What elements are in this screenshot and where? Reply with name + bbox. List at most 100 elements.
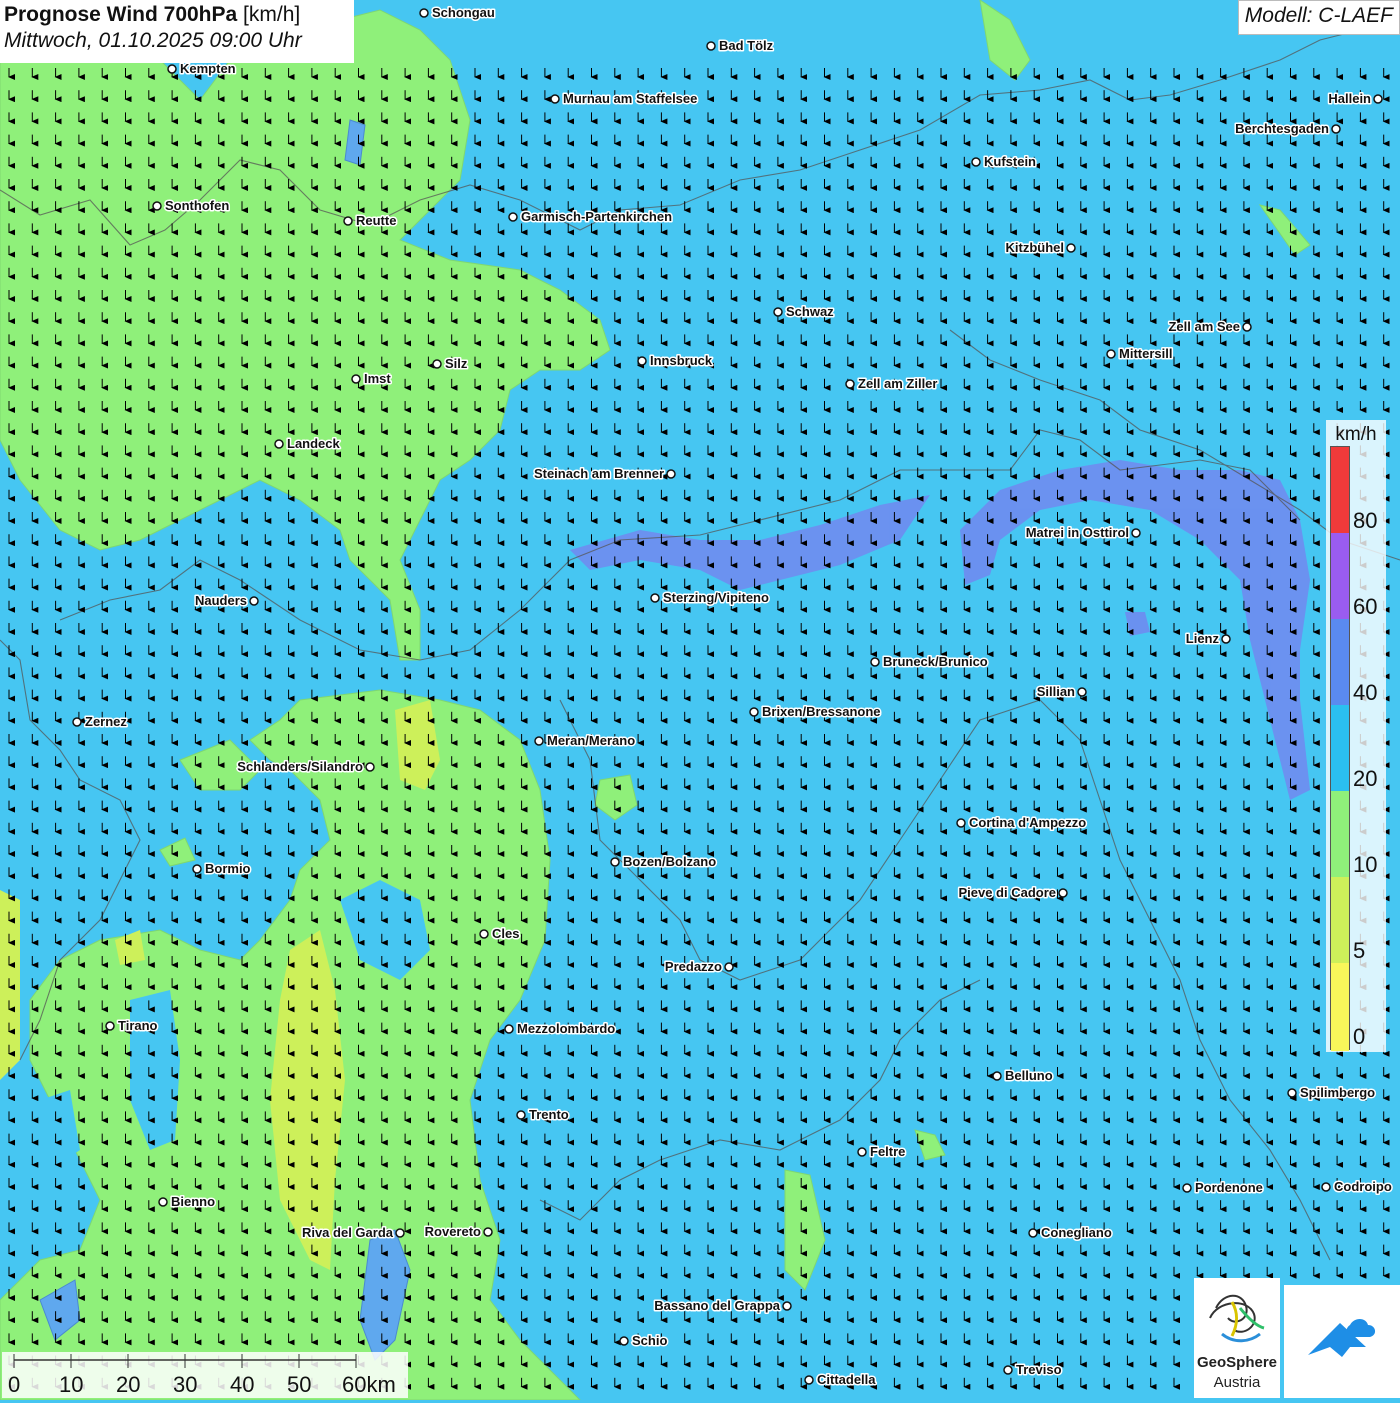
city-marker [650, 593, 660, 603]
map-title: Prognose Wind 700hPa [km/h] [4, 3, 350, 27]
city-marker [992, 1071, 1002, 1081]
city-marker [479, 929, 489, 939]
city-marker [1028, 1228, 1038, 1238]
mountain-cloud-logo-icon [1308, 1319, 1376, 1357]
city-marker [504, 1024, 514, 1034]
city-label: Trento [529, 1107, 569, 1122]
city-marker [343, 216, 353, 226]
city-label: Schwaz [786, 304, 834, 319]
city-label: Pordenone [1195, 1180, 1263, 1195]
legend-tick-5: 5 [1353, 938, 1366, 963]
city-marker [152, 201, 162, 211]
city-label: Bruneck/Brunico [883, 654, 988, 669]
city-marker [550, 94, 560, 104]
map-title-box: Prognose Wind 700hPa [km/h] Mittwoch, 01… [0, 0, 354, 63]
city-label: Steinach am Brenner [534, 466, 664, 481]
city-label: Pieve di Cadore [958, 885, 1056, 900]
city-label: Hallein [1328, 91, 1371, 106]
scale-label-30: 30 [173, 1372, 198, 1397]
city-marker [773, 307, 783, 317]
city-marker [158, 1197, 168, 1207]
city-marker [706, 41, 716, 51]
city-label: Rovereto [425, 1224, 481, 1239]
wind-map: Schongau Bad Tölz Kempten Murnau am Staffel… [0, 0, 1400, 1400]
city-label: Nauders [195, 593, 247, 608]
city-marker [724, 962, 734, 972]
geosphere-logo[interactable]: GeoSphere Austria [1194, 1278, 1280, 1398]
city-marker [666, 469, 676, 479]
legend-tick-80: 80 [1353, 508, 1378, 533]
city-marker [845, 379, 855, 389]
city-label: Schlanders/Silandro [237, 759, 363, 774]
city-label: Bozen/Bolzano [623, 854, 716, 869]
city-label: Spilimbergo [1300, 1085, 1375, 1100]
legend-tick-20: 20 [1353, 766, 1378, 791]
city-label: Berchtesgaden [1235, 121, 1329, 136]
city-label: Riva del Garda [302, 1225, 394, 1240]
city-label: Treviso [1016, 1362, 1062, 1377]
city-marker [782, 1301, 792, 1311]
city-marker [1221, 634, 1231, 644]
city-marker [351, 374, 361, 384]
title-text: Prognose Wind 700hPa [4, 3, 238, 26]
city-marker [804, 1375, 814, 1385]
forecast-datetime: Mittwoch, 01.10.2025 09:00 Uhr [4, 29, 302, 52]
city-label: Tirano [118, 1018, 158, 1033]
city-label: Feltre [870, 1144, 905, 1159]
city-marker [870, 657, 880, 667]
city-label: Innsbruck [650, 353, 713, 368]
city-marker [432, 359, 442, 369]
legend-segment-5-10 [1331, 877, 1349, 963]
city-label: Conegliano [1041, 1225, 1112, 1240]
city-marker [1331, 124, 1341, 134]
city-label: Cles [492, 926, 519, 941]
city-label: Reutte [356, 213, 396, 228]
legend-unit: km/h [1335, 424, 1377, 445]
secondary-logo[interactable] [1284, 1285, 1400, 1398]
legend-segment-60-80 [1331, 533, 1349, 619]
city-label: Murnau am Staffelsee [563, 91, 697, 106]
city-label: Schio [632, 1333, 667, 1348]
geosphere-logo-text: GeoSphere [1196, 1354, 1278, 1371]
legend-segment-0-5 [1331, 963, 1349, 1051]
city-marker [1242, 322, 1252, 332]
city-label: Mezzolombardo [517, 1021, 615, 1036]
city-label: Bassano del Grappa [654, 1298, 780, 1313]
city-marker [1066, 243, 1076, 253]
city-marker [72, 717, 82, 727]
legend-segment-10-20 [1331, 791, 1349, 877]
city-label: Lienz [1186, 631, 1220, 646]
city-marker [395, 1228, 405, 1238]
city-label: Zell am See [1168, 319, 1240, 334]
city-marker [1321, 1182, 1331, 1192]
city-label: Garmisch-Partenkirchen [521, 209, 672, 224]
city-marker [192, 864, 202, 874]
city-marker [1077, 687, 1087, 697]
city-label: Zell am Ziller [858, 376, 937, 391]
city-marker [956, 818, 966, 828]
city-marker [1373, 94, 1383, 104]
city-label: Landeck [287, 436, 341, 451]
city-marker [365, 762, 375, 772]
city-marker [749, 707, 759, 717]
city-label: Mittersill [1119, 346, 1172, 361]
city-marker [508, 212, 518, 222]
city-marker [1003, 1365, 1013, 1375]
geosphere-logo-subtext: Austria [1213, 1374, 1261, 1391]
city-marker [534, 736, 544, 746]
scale-label-50: 50 [287, 1372, 312, 1397]
city-label: Cortina d'Ampezzo [969, 815, 1086, 830]
city-label: Silz [445, 356, 468, 371]
legend-color-bar [1330, 446, 1350, 1051]
scale-label-10: 10 [59, 1372, 84, 1397]
legend-segment-80-100 [1331, 447, 1349, 533]
color-legend: km/h 80 60 40 20 10 5 0 [1326, 420, 1386, 1052]
city-label: Bienno [171, 1194, 215, 1209]
city-marker [637, 356, 647, 366]
city-label: Bormio [205, 861, 251, 876]
city-marker [610, 857, 620, 867]
city-marker [1058, 888, 1068, 898]
title-unit: [km/h] [243, 3, 301, 26]
city-marker [1106, 349, 1116, 359]
scale-bar: 0 10 20 30 40 50 60km [2, 1352, 408, 1398]
